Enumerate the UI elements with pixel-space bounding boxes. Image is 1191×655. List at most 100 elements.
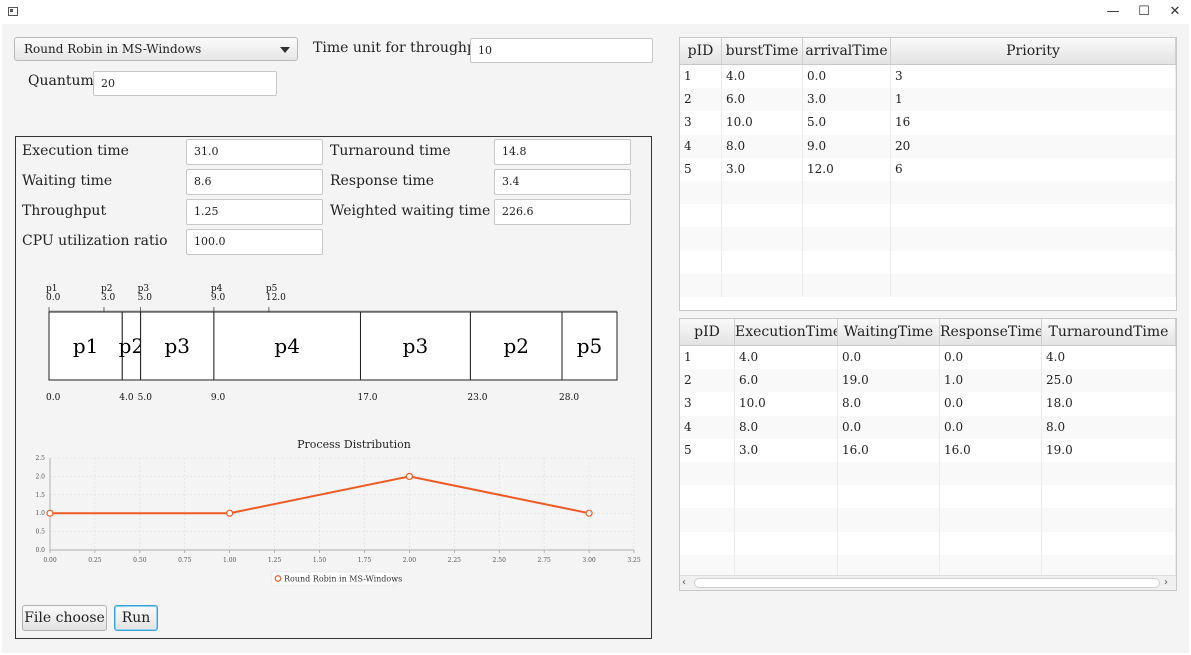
table-cell: 0.0 — [940, 415, 1042, 439]
horizontal-scrollbar[interactable]: ‹ › — [680, 575, 1176, 590]
execution-time-field[interactable]: 31.0 — [186, 139, 323, 165]
minimize-button[interactable]: — — [1098, 0, 1128, 24]
gantt-time-tick: 9.0 — [211, 393, 226, 403]
app-icon — [8, 7, 18, 16]
chart-y-tick-label: 2.5 — [35, 455, 45, 462]
gantt-segment-label: p4 — [274, 334, 300, 358]
table-cell — [680, 531, 735, 555]
column-header[interactable]: pID — [680, 319, 735, 345]
table-cell: 3.0 — [803, 88, 891, 112]
result-table[interactable]: pID ExecutionTime WaitingTime ResponseTime T… — [679, 318, 1177, 591]
table-row[interactable] — [680, 485, 1176, 509]
waiting-time-label: Waiting time — [22, 173, 113, 189]
table-cell: 1 — [891, 88, 1176, 112]
table-cell: 5 — [680, 438, 735, 462]
input-table[interactable]: pID burstTime arrivalTime Priority 1 4.0 0.0 3… — [679, 37, 1177, 311]
table-cell: 2 — [680, 369, 735, 393]
column-header[interactable]: Priority — [891, 38, 1176, 64]
table-cell — [680, 180, 722, 205]
column-header[interactable]: WaitingTime — [838, 319, 940, 345]
close-button[interactable]: ✕ — [1160, 0, 1190, 24]
chart-x-tick-label: 1.75 — [358, 557, 372, 564]
chart-x-tick-label: 3.00 — [582, 557, 596, 564]
table-cell: 4 — [680, 415, 735, 439]
table-cell: 8.0 — [735, 415, 838, 439]
table-cell: 16.0 — [940, 438, 1042, 462]
chart-x-tick-label: 0.25 — [88, 557, 102, 564]
chart-x-tick-label: 1.50 — [313, 557, 327, 564]
waiting-time-field[interactable]: 8.6 — [186, 169, 323, 195]
table-row[interactable] — [680, 227, 1176, 251]
weighted-waiting-field[interactable]: 226.6 — [494, 199, 631, 225]
gantt-arrival-time: 0.0 — [46, 293, 61, 303]
table-row[interactable] — [680, 531, 1176, 555]
table-cell: 3.0 — [735, 438, 838, 462]
table-cell: 4.0 — [722, 65, 803, 89]
execution-time-label: Execution time — [22, 143, 129, 159]
column-header[interactable]: arrivalTime — [803, 38, 891, 64]
gantt-chart: p10.0p23.0p35.0p49.0p512.0p1 p2 p3 p4 p3 p2 p5… — [46, 284, 618, 403]
table-row[interactable]: 1 4.0 0.0 0.0 4.0 — [680, 346, 1176, 370]
chart-y-tick-label: 1.5 — [35, 492, 45, 499]
column-header[interactable]: ExecutionTime — [735, 319, 838, 345]
chart-y-tick-label: 2.0 — [35, 473, 45, 480]
response-time-field[interactable]: 3.4 — [494, 169, 631, 195]
column-header[interactable]: TurnaroundTime — [1042, 319, 1176, 345]
maximize-button[interactable]: ☐ — [1129, 0, 1159, 24]
chart-x-tick-label: 3.25 — [627, 557, 641, 564]
cpu-util-field[interactable]: 100.0 — [186, 229, 323, 255]
table-row[interactable] — [680, 204, 1176, 228]
scrollbar-thumb[interactable] — [694, 578, 1160, 588]
file-choose-button[interactable]: File choose — [22, 605, 107, 631]
table-row[interactable]: 3 10.0 5.0 16 — [680, 111, 1176, 135]
table-cell — [680, 485, 735, 509]
chart-point — [46, 509, 54, 517]
table-row[interactable]: 2 6.0 3.0 1 — [680, 88, 1176, 112]
chart-y-tick-label: 1.0 — [35, 510, 45, 517]
table-cell: 20 — [891, 134, 1176, 158]
table-cell: 1.0 — [940, 369, 1042, 393]
result-table-header: pID ExecutionTime WaitingTime ResponseTime T… — [680, 319, 1176, 346]
table-cell: 10.0 — [735, 392, 838, 416]
turnaround-time-field[interactable]: 14.8 — [494, 139, 631, 165]
table-row[interactable]: 4 8.0 9.0 20 — [680, 134, 1176, 158]
column-header[interactable]: burstTime — [722, 38, 803, 64]
table-row[interactable]: 1 4.0 0.0 3 — [680, 65, 1176, 89]
chart-x-tick-label: 0.00 — [43, 557, 57, 564]
table-row[interactable] — [680, 508, 1176, 532]
column-header[interactable]: ResponseTime — [940, 319, 1042, 345]
table-row[interactable]: 4 8.0 0.0 0.0 8.0 — [680, 415, 1176, 439]
table-row[interactable]: 3 10.0 8.0 0.0 18.0 — [680, 392, 1176, 416]
table-row[interactable] — [680, 273, 1176, 297]
gantt-arrival-time: 9.0 — [211, 293, 226, 303]
table-cell: 12.0 — [803, 157, 891, 181]
table-row[interactable] — [680, 180, 1176, 205]
algorithm-select[interactable]: Round Robin in MS-Windows — [14, 37, 298, 61]
process-distribution-chart: Process Distribution0.00 0.25 0.50 0.75 1.00… — [35, 438, 641, 586]
table-cell: 0.0 — [940, 392, 1042, 416]
table-cell — [940, 461, 1042, 486]
table-row[interactable] — [680, 250, 1176, 274]
chart-x-tick-label: 2.00 — [403, 557, 417, 564]
scroll-left-icon[interactable]: ‹ — [682, 577, 692, 589]
turnaround-time-label: Turnaround time — [330, 143, 451, 159]
table-cell: 3.0 — [722, 157, 803, 181]
table-cell — [838, 461, 940, 486]
time-unit-input[interactable]: 10 — [470, 38, 653, 63]
run-button[interactable]: Run — [114, 605, 158, 631]
response-time-label: Response time — [330, 173, 435, 189]
table-row[interactable] — [680, 461, 1176, 486]
table-row[interactable]: 5 3.0 12.0 6 — [680, 157, 1176, 181]
table-cell: 10.0 — [722, 111, 803, 135]
table-cell: 6.0 — [735, 369, 838, 393]
throughput-field[interactable]: 1.25 — [186, 199, 323, 225]
result-table-body: 1 4.0 0.0 0.0 4.0 2 6.0 19.0 1.0 25.0 3 10.0 8.0 0.0 1… — [680, 346, 1176, 578]
column-header[interactable]: pID — [680, 38, 722, 64]
table-row[interactable]: 5 3.0 16.0 16.0 19.0 — [680, 438, 1176, 462]
quantum-input[interactable]: 20 — [93, 71, 277, 96]
table-cell: 0.0 — [838, 415, 940, 439]
table-row[interactable]: 2 6.0 19.0 1.0 25.0 — [680, 369, 1176, 393]
chart-x-tick-label: 2.25 — [448, 557, 462, 564]
table-cell: 8.0 — [838, 392, 940, 416]
scroll-right-icon[interactable]: › — [1164, 577, 1174, 589]
